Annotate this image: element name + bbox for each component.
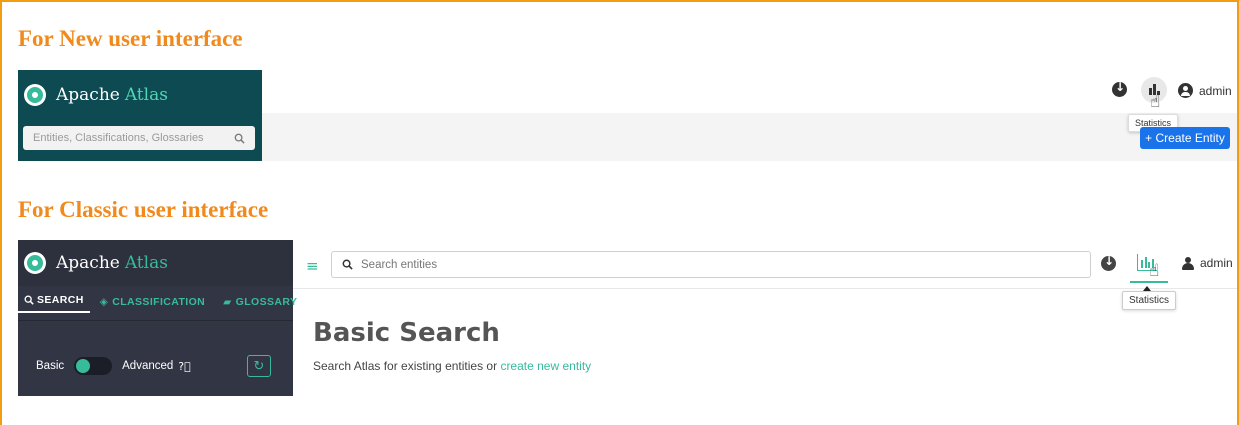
brand-name: Apache [56,253,120,273]
brand-accent: Atlas [124,85,168,105]
folder-icon: ▰ [223,296,232,308]
tab-search[interactable]: SEARCH [18,291,90,313]
user-name: admin [1199,83,1232,98]
statistics-active-underline [1130,281,1168,283]
new-ui-sidebar: Apache Atlas [18,70,262,161]
toggle-label-basic: Basic [36,360,65,372]
refresh-button[interactable]: ↻ [247,355,271,377]
hand-cursor-icon: ☝ [1149,261,1160,281]
user-menu[interactable]: admin [1178,83,1232,98]
new-ui-toolbar [262,113,1237,161]
create-entity-button[interactable]: + Create Entity [1140,127,1230,149]
tab-classification[interactable]: ◈ CLASSIFICATION [94,296,211,308]
atlas-logo-icon [24,84,46,106]
sidebar-tabs: SEARCH ◈ CLASSIFICATION ▰ GLOSSARY [18,290,297,314]
tag-icon: ◈ [99,296,109,308]
classic-logo-row: Apache Atlas [18,240,293,286]
search-mode-toggle[interactable] [74,357,113,375]
page-subtitle: Search Atlas for existing entities or cr… [313,359,591,373]
new-ui-heading: For New user interface [18,26,243,51]
brand-accent: Atlas [124,253,168,273]
create-new-entity-link[interactable]: create new entity [500,359,591,373]
menu-icon[interactable]: ≡ [306,257,319,275]
search-icon [24,295,34,305]
classic-ui-sidebar: Apache Atlas SEARCH ◈ CLASSIFICATION ▰ G… [18,240,297,396]
hand-cursor-icon: ☝ [1150,92,1161,112]
page-title: Basic Search [313,318,500,348]
classic-ui-heading: For Classic user interface [18,197,269,222]
download-icon[interactable] [1112,80,1127,97]
new-ui-header-actions [1112,80,1127,97]
help-icon[interactable]: ?⃝ [178,360,190,373]
tab-label: SEARCH [37,294,84,306]
download-icon[interactable] [1101,254,1116,271]
classic-ui-logo[interactable]: Apache Atlas [24,252,168,274]
user-name: admin [1200,256,1233,270]
new-ui-logo[interactable]: Apache Atlas [24,84,168,106]
refresh-icon: ↻ [253,358,265,374]
user-menu[interactable]: admin [1182,256,1233,270]
search-entities-input[interactable] [361,258,1061,271]
header-divider [293,288,1237,289]
tab-glossary[interactable]: ▰ GLOSSARY [217,296,303,308]
statistics-tooltip: Statistics [1122,291,1177,310]
global-search-input[interactable] [33,132,223,144]
toggle-label-advanced: Advanced [122,360,174,372]
tab-divider [18,320,293,321]
search-icon[interactable] [234,133,245,144]
atlas-logo-icon [24,252,46,274]
tab-label: CLASSIFICATION [112,296,206,308]
user-icon [1182,256,1194,270]
tab-label: GLOSSARY [235,296,298,308]
subtitle-text: Search Atlas for existing entities or [313,359,498,373]
classic-search-box[interactable] [331,251,1091,278]
user-icon [1178,83,1193,98]
search-icon [342,259,353,270]
brand-name: Apache [56,85,120,105]
search-mode-toggle-row: Basic Advanced ?⃝ [36,357,191,375]
new-ui-search-box[interactable] [23,126,255,150]
